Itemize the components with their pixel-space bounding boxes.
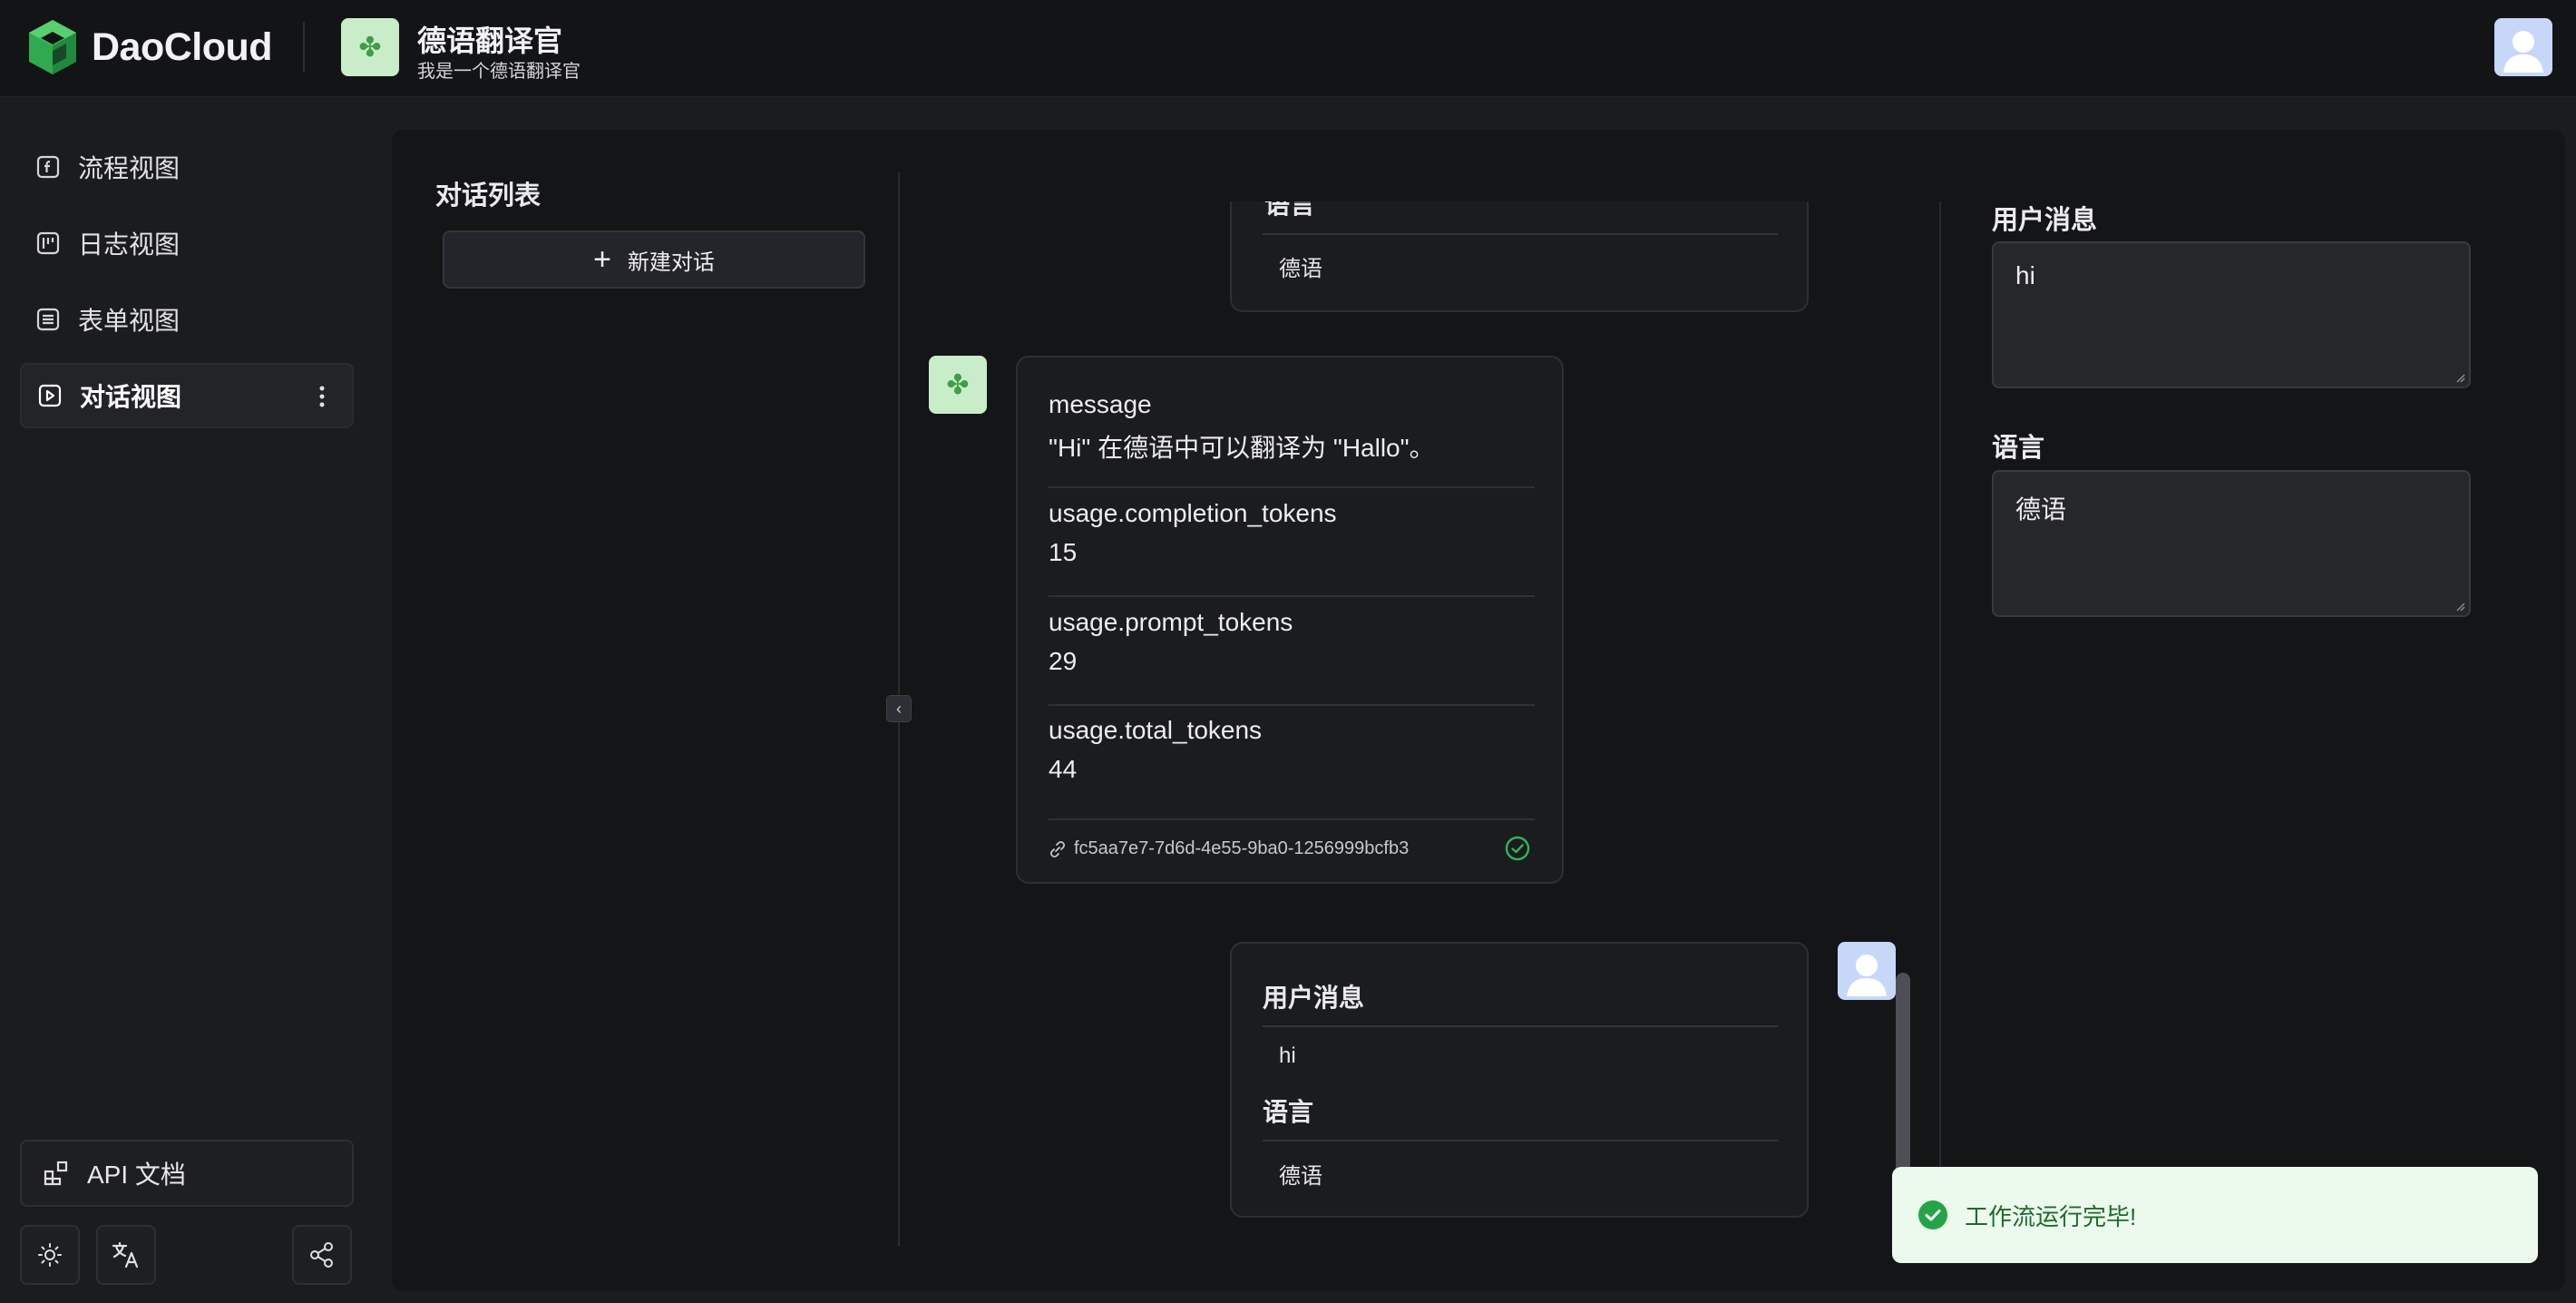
- api-docs-label: API 文档: [87, 1161, 186, 1189]
- new-conversation-label: 新建对话: [627, 250, 715, 275]
- share-button[interactable]: [292, 1225, 352, 1285]
- sidebar-item-chat[interactable]: 对话视图: [20, 363, 354, 428]
- divider: [1049, 704, 1535, 706]
- success-check-icon: [1918, 1200, 1947, 1230]
- field-key: usage.total_tokens: [1049, 716, 1263, 744]
- divider: [1263, 233, 1778, 235]
- field-label: 语言: [1263, 1098, 1314, 1126]
- theme-toggle-button[interactable]: [20, 1225, 80, 1285]
- resize-grip-icon[interactable]: [2454, 601, 2465, 612]
- form-label-user-message: 用户消息: [1992, 206, 2098, 235]
- header-divider: [303, 22, 305, 73]
- app-title: 德语翻译官: [417, 24, 563, 57]
- bot-message-card: message "Hi" 在德语中可以翻译为 "Hallo"。 usage.co…: [1016, 356, 1564, 884]
- field-value: 15: [1049, 538, 1078, 566]
- sidebar-item-label: 表单视图: [78, 307, 181, 335]
- sidebar-item-flow[interactable]: 流程视图: [20, 134, 354, 200]
- user-message-input[interactable]: hi: [1992, 241, 2471, 388]
- top-header: DaoCloud ✤ 德语翻译官 我是一个德语翻译官: [0, 0, 2576, 97]
- user-avatar-icon: [1838, 942, 1896, 1000]
- language-input[interactable]: 德语: [1992, 470, 2471, 617]
- field-value: 德语: [1279, 1164, 1322, 1189]
- chat-scrollbar[interactable]: [1896, 973, 1910, 1190]
- api-docs-button[interactable]: API 文档: [20, 1140, 354, 1207]
- success-toast: 工作流运行完毕!: [1892, 1167, 2538, 1263]
- sidebar-item-form[interactable]: 表单视图: [20, 287, 354, 352]
- translate-icon: [112, 1241, 139, 1269]
- collapse-chevron-icon[interactable]: ‹: [886, 695, 912, 722]
- form-icon: [36, 308, 60, 331]
- divider: [1263, 1140, 1778, 1141]
- share-icon: [310, 1242, 333, 1268]
- flow-icon: [36, 155, 60, 179]
- user-message-card-previous: 语言 德语: [1230, 201, 1809, 312]
- field-value: hi: [1279, 1043, 1296, 1068]
- form-divider: [1939, 201, 1941, 1247]
- app-clover-icon: ✤: [341, 18, 399, 76]
- app-subtitle: 我是一个德语翻译官: [417, 62, 581, 82]
- field-value: "Hi" 在德语中可以翻译为 "Hallo"。: [1049, 434, 1435, 462]
- field-label: 语言: [1264, 201, 1316, 219]
- new-conversation-button[interactable]: + 新建对话: [443, 230, 865, 289]
- user-avatar-icon[interactable]: [2494, 18, 2552, 76]
- form-label-language: 语言: [1992, 434, 2045, 463]
- user-message-value: hi: [2015, 261, 2035, 289]
- field-value: 29: [1049, 647, 1078, 675]
- success-check-icon: [1505, 836, 1530, 861]
- plus-icon: +: [593, 242, 611, 277]
- api-docs-icon: [44, 1161, 68, 1186]
- field-label: 用户消息: [1263, 984, 1365, 1012]
- link-icon: [1049, 840, 1066, 857]
- sidebar-item-label: 对话视图: [80, 383, 182, 411]
- user-message-card: 用户消息 hi 语言 德语: [1230, 942, 1809, 1218]
- conversation-list-title: 对话列表: [435, 181, 542, 211]
- resize-grip-icon[interactable]: [2454, 372, 2465, 383]
- log-icon: [36, 231, 60, 255]
- field-key: usage.completion_tokens: [1049, 499, 1337, 527]
- toast-message: 工作流运行完毕!: [1965, 1202, 2137, 1230]
- divider: [1049, 486, 1535, 488]
- sidebar-item-label: 日志视图: [78, 230, 181, 259]
- divider: [1049, 595, 1535, 597]
- brand-name: DaoCloud: [92, 24, 273, 69]
- sidebar-item-label: 流程视图: [78, 154, 181, 182]
- brand[interactable]: DaoCloud: [26, 18, 273, 76]
- divider: [1263, 1025, 1778, 1027]
- run-id[interactable]: fc5aa7e7-7d6d-4e55-9ba0-1256999bcfb3: [1049, 838, 1409, 859]
- language-button[interactable]: [96, 1225, 156, 1285]
- chat-icon: [38, 384, 62, 407]
- run-id-text: fc5aa7e7-7d6d-4e55-9ba0-1256999bcfb3: [1074, 838, 1410, 858]
- bot-clover-icon: ✤: [929, 356, 987, 414]
- more-vertical-icon[interactable]: [319, 385, 325, 408]
- language-value: 德语: [2015, 495, 2067, 524]
- sun-icon: [38, 1243, 62, 1267]
- daocloud-logo-icon: [29, 20, 76, 74]
- divider: [1049, 818, 1535, 820]
- field-key: message: [1049, 390, 1152, 418]
- sidebar-item-log[interactable]: 日志视图: [20, 211, 354, 276]
- field-value: 44: [1049, 755, 1078, 783]
- sidebar: 流程视图 日志视图 表单视图 对话视图 API 文档: [0, 98, 372, 1303]
- field-key: usage.prompt_tokens: [1049, 608, 1293, 636]
- field-value: 德语: [1279, 257, 1322, 281]
